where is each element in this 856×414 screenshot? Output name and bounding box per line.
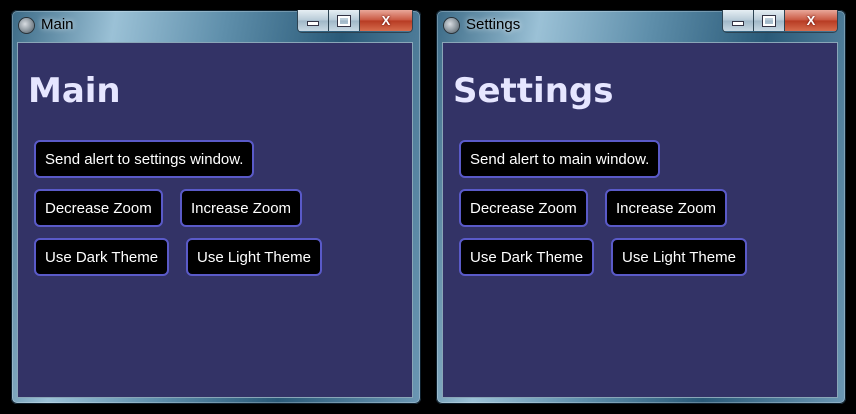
light-theme-button[interactable]: Use Light Theme [611,238,747,276]
dark-theme-button[interactable]: Use Dark Theme [34,238,170,276]
send-alert-button[interactable]: Send alert to main window. [459,140,661,178]
decrease-zoom-button[interactable]: Decrease Zoom [459,189,588,227]
send-alert-button[interactable]: Send alert to settings window. [34,140,255,178]
settings-window: Settings X Settings Send alert to main w… [436,10,846,404]
close-icon: X [381,13,391,28]
increase-zoom-button[interactable]: Increase Zoom [605,189,728,227]
close-icon: X [806,13,816,28]
settings-titlebar[interactable]: Settings X [436,10,846,42]
dark-theme-button[interactable]: Use Dark Theme [459,238,595,276]
close-button[interactable]: X [359,10,412,31]
maximize-button[interactable] [328,10,359,31]
decrease-zoom-button[interactable]: Decrease Zoom [34,189,163,227]
maximize-icon [762,14,776,27]
page-title: Main [28,71,121,111]
window-controls: X [722,10,838,33]
main-window: Main X Main Send alert to settings windo… [11,10,421,404]
maximize-icon [337,14,351,27]
close-button[interactable]: X [784,10,837,31]
main-content: Main Send alert to settings window. Decr… [17,42,413,398]
light-theme-button[interactable]: Use Light Theme [186,238,322,276]
app-icon [444,18,459,33]
maximize-button[interactable] [753,10,784,31]
minimize-button[interactable] [723,10,753,31]
window-title: Main [41,16,74,33]
main-titlebar[interactable]: Main X [11,10,421,42]
window-controls: X [297,10,413,33]
minimize-icon [307,21,319,26]
minimize-button[interactable] [298,10,328,31]
increase-zoom-button[interactable]: Increase Zoom [180,189,303,227]
window-title: Settings [466,16,521,33]
minimize-icon [732,21,744,26]
settings-content: Settings Send alert to main window. Decr… [442,42,838,398]
page-title: Settings [453,71,614,111]
app-icon [19,18,34,33]
